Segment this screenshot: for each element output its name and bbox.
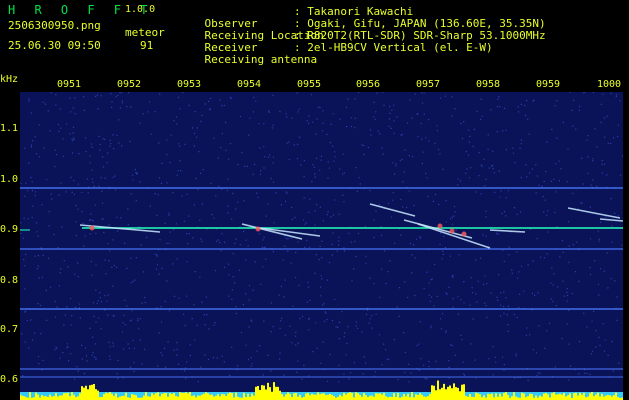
meteor-echo xyxy=(241,223,303,240)
spectrogram xyxy=(20,92,623,400)
meteor-count: 91 xyxy=(140,39,154,52)
meteor-echo xyxy=(567,207,621,219)
y-tick-label: 0.9 xyxy=(0,224,19,235)
info-key: Receiving antenna xyxy=(204,53,318,66)
y-tick-label: 0.7 xyxy=(0,324,19,335)
y-axis-unit: kHz xyxy=(0,74,19,85)
x-tick-label: 0952 xyxy=(117,79,142,90)
x-tick-label: 0957 xyxy=(416,79,441,90)
x-tick-label: 0956 xyxy=(356,79,381,90)
meteor-echo-head xyxy=(437,223,443,229)
noise-speckle xyxy=(20,92,623,383)
x-tick-label: 0958 xyxy=(476,79,501,90)
spectrogram-canvas xyxy=(20,92,623,400)
meteor-label: meteor xyxy=(125,26,165,39)
meteor-echo xyxy=(369,203,416,217)
y-tick-label: 1.0 xyxy=(0,174,19,185)
meteor-echo xyxy=(489,229,526,233)
meteor-echo-head xyxy=(449,228,455,234)
meteor-echo-head xyxy=(461,231,467,237)
x-tick-label: 0951 xyxy=(57,79,82,90)
x-tick-label: 0955 xyxy=(297,79,322,90)
meteor-echo-head xyxy=(89,225,95,231)
y-tick-label: 1.1 xyxy=(0,123,19,134)
signal-level-bar xyxy=(20,380,623,400)
header-panel: H R O F F T 1.0.0 2506300950.png 25.06.3… xyxy=(0,0,629,68)
meteor-echo-head xyxy=(255,226,261,232)
meteor-echo xyxy=(259,227,321,237)
y-tick-label: 0.8 xyxy=(0,275,19,286)
meteor-echo xyxy=(599,218,623,222)
meteor-echo xyxy=(403,219,473,239)
x-tick-label: 1000 xyxy=(597,79,622,90)
y-tick-label: 0.6 xyxy=(0,374,19,385)
app-version: 1.0.0 xyxy=(125,4,156,15)
date-time: 25.06.30 09:50 xyxy=(8,39,101,52)
x-tick-label: 0959 xyxy=(536,79,561,90)
x-tick-label: 0953 xyxy=(177,79,202,90)
info-value: : 2el-HB9CV Vertical (el. E-W) xyxy=(294,41,493,54)
file-name: 2506300950.png xyxy=(8,19,101,32)
x-tick-label: 0954 xyxy=(237,79,262,90)
